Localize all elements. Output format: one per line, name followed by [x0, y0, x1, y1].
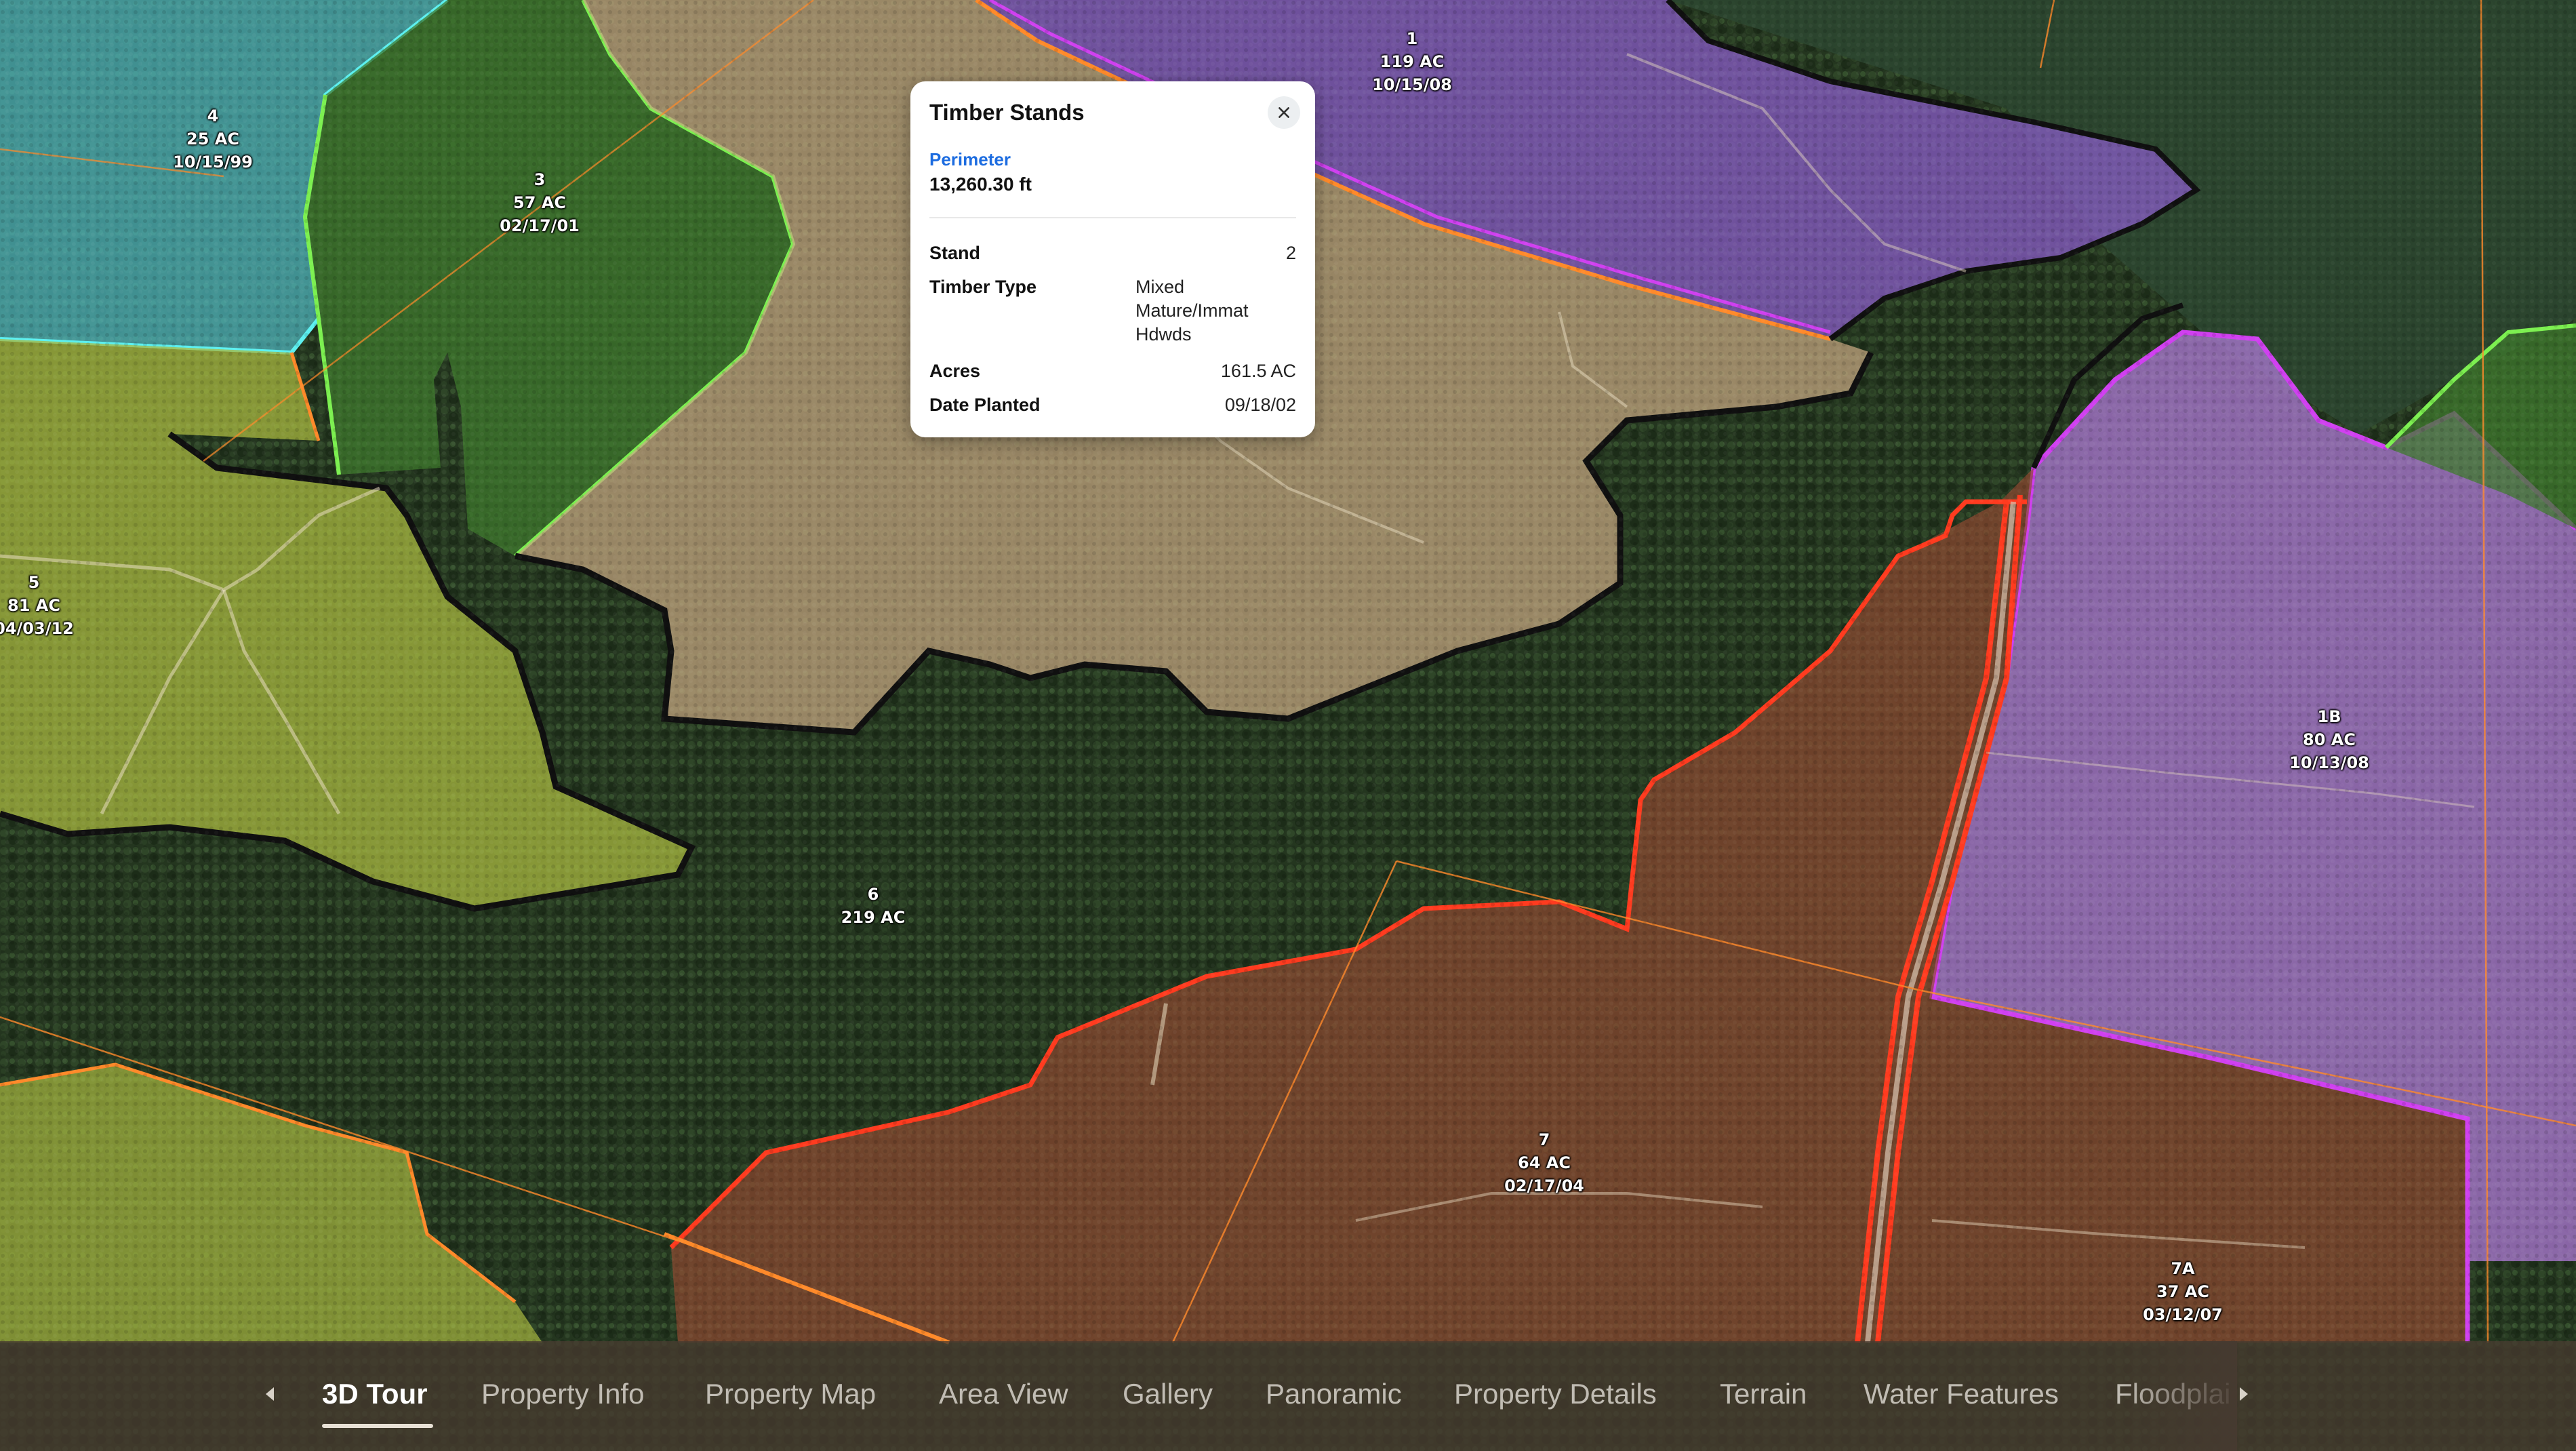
perimeter-value: 13,260.30 ft [929, 174, 1032, 195]
stand-label-6: 6 219 AC [841, 885, 906, 927]
tab-floodplain[interactable]: Floodplain [2115, 1375, 2230, 1413]
tab-area-view[interactable]: Area View [939, 1375, 1068, 1413]
row-value: 2 [1285, 243, 1296, 263]
tab-terrain[interactable]: Terrain [1720, 1375, 1807, 1413]
row-value: Mixed Mature/Immat Hdwds [1135, 277, 1249, 344]
chevron-right-icon [2240, 1387, 2248, 1401]
tab-property-details[interactable]: Property Details [1454, 1375, 1657, 1413]
tabs-next-button[interactable] [2230, 1380, 2257, 1408]
row-key: Stand [929, 243, 981, 263]
tab-property-info[interactable]: Property Info [481, 1375, 644, 1413]
stand-label-7A: 7A 37 AC 03/12/07 [2143, 1259, 2223, 1324]
timber-stand-popup: Timber Stands Perimeter 13,260.30 ft Sta… [910, 81, 1315, 437]
stand-label-1B: 1B 80 AC 10/13/08 [2289, 707, 2369, 772]
active-tab-indicator [322, 1424, 433, 1428]
row-key: Timber Type [929, 277, 1037, 297]
stand-label-7: 7 64 AC 02/17/04 [1504, 1130, 1584, 1195]
close-icon [1279, 107, 1289, 118]
stand-label-5: 5 81 AC 04/03/12 [0, 573, 74, 638]
tab-3d-tour[interactable]: 3D Tour [322, 1375, 428, 1413]
row-key: Acres [929, 361, 981, 381]
row-value: 161.5 AC [1220, 361, 1296, 381]
bottom-tab-bar: 3D Tour Property Info Property Map Area … [0, 1341, 2576, 1451]
popup-title: Timber Stands [929, 100, 1085, 125]
stand-label-3: 3 57 AC 02/17/01 [500, 170, 580, 235]
perimeter-label: Perimeter [929, 149, 1011, 170]
row-key: Date Planted [929, 395, 1041, 415]
tab-water-features[interactable]: Water Features [1864, 1375, 2059, 1413]
stand-label-1: 1 119 AC 10/15/08 [1372, 29, 1452, 94]
row-value: 09/18/02 [1224, 395, 1296, 415]
popup-divider [929, 217, 1296, 218]
chevron-left-icon [266, 1387, 274, 1401]
tab-scroller[interactable]: 3D Tour Property Info Property Map Area … [291, 1341, 2230, 1451]
stand-label-4: 4 25 AC 10/15/99 [173, 106, 253, 172]
tab-gallery[interactable]: Gallery [1123, 1375, 1213, 1413]
tab-property-map[interactable]: Property Map [705, 1375, 876, 1413]
tabs-prev-button[interactable] [256, 1380, 283, 1408]
close-button[interactable] [1268, 96, 1300, 129]
map-viewer: 1 119 AC 10/15/08 4 25 AC 10/15/99 3 57 AC 02/… [0, 0, 2576, 1451]
tab-panoramic[interactable]: Panoramic [1266, 1375, 1402, 1413]
